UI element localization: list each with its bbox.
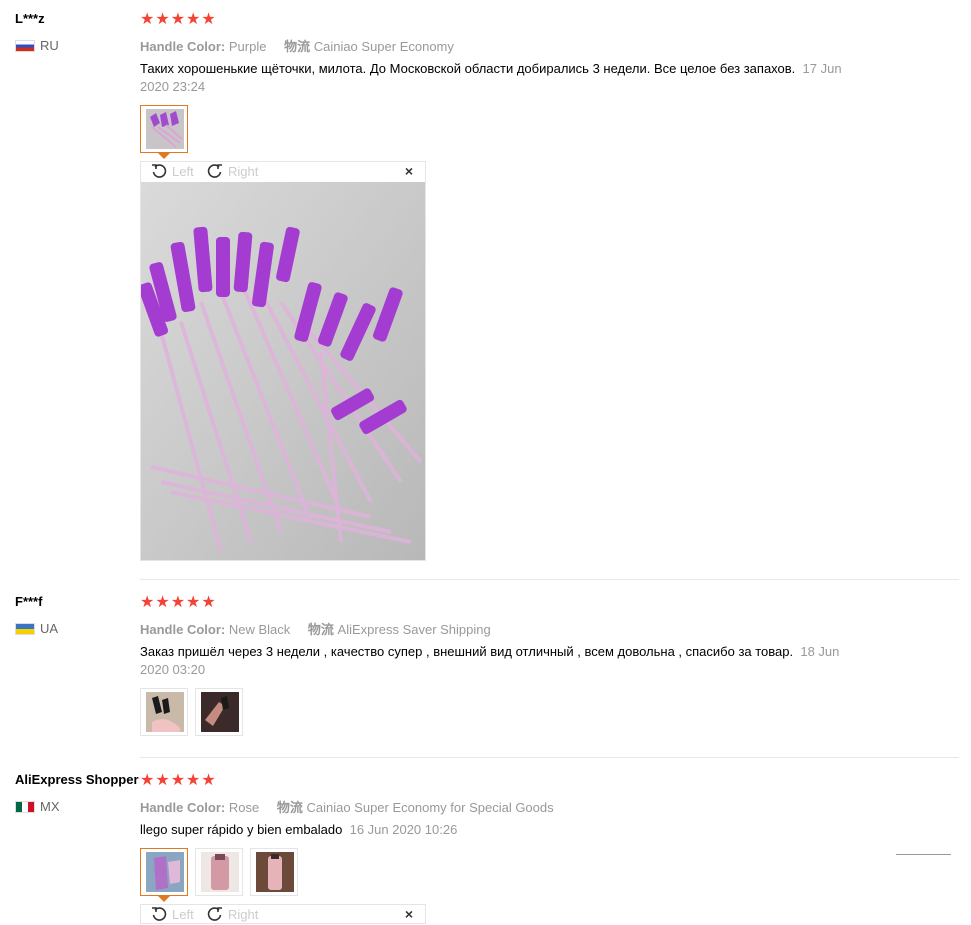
flag-ru-icon (15, 39, 35, 52)
rotate-left-icon (152, 164, 167, 178)
shipping-label: 物流 (307, 622, 334, 637)
review-photo-large (141, 182, 425, 560)
review-divider (140, 757, 959, 758)
review-text: llego super rápido y bien embalado 16 Ju… (140, 821, 860, 839)
country-code: RU (40, 38, 59, 53)
sku-label: Handle Color: (140, 39, 226, 54)
review-photo-thumb[interactable] (140, 688, 188, 736)
review-photo-thumb[interactable] (195, 688, 243, 736)
review-body: Таких хорошенькие щёточки, милота. До Мо… (140, 61, 796, 76)
reviewer-country: UA (15, 621, 58, 636)
reviewer-name: F***f (15, 594, 43, 609)
country-code: UA (40, 621, 59, 636)
viewer-toolbar: Left Right × (141, 905, 425, 925)
country-code: MX (40, 799, 60, 814)
star-icon: ★ (170, 594, 186, 611)
close-icon[interactable]: × (405, 906, 413, 922)
thumb-pointer (158, 153, 170, 159)
star-icon: ★ (155, 594, 170, 611)
rating-stars: ★ ★ ★ ★ ★ (140, 595, 216, 611)
rating-stars: ★ ★ ★ ★ ★ (140, 773, 216, 789)
star-icon: ★ (170, 11, 186, 28)
thumb-pointer (158, 896, 170, 902)
review-photo-thumb[interactable] (250, 848, 298, 896)
reviewer-country: RU (15, 38, 59, 53)
reviewer-name: L***z (15, 11, 45, 26)
review-divider (140, 579, 959, 580)
photo-viewer: Left Right × (140, 161, 426, 561)
rating-stars: ★ ★ ★ ★ ★ (140, 12, 216, 28)
flag-mx-icon (15, 800, 35, 813)
star-icon: ★ (140, 772, 155, 789)
rotate-right-button[interactable]: Right (207, 906, 258, 922)
rotate-right-icon (207, 907, 222, 921)
photo-viewer: Left Right × (140, 904, 426, 924)
star-icon: ★ (201, 594, 216, 611)
rotate-right-label: Right (228, 163, 259, 179)
star-icon: ★ (155, 772, 170, 789)
rotate-left-button[interactable]: Left (151, 906, 194, 922)
sku-value: Purple (228, 39, 267, 54)
side-marker (896, 854, 951, 855)
review-photo-thumb[interactable] (195, 848, 243, 896)
sku-info: Handle Color: Rose 物流 Cainiao Super Econ… (140, 797, 554, 816)
review-body: Заказ пришёл через 3 недели , качество с… (140, 644, 794, 659)
close-icon[interactable]: × (405, 163, 413, 179)
review-text: Таких хорошенькие щёточки, милота. До Мо… (140, 60, 860, 96)
review-text: Заказ пришёл через 3 недели , качество с… (140, 643, 860, 679)
shipping-value: Cainiao Super Economy for Special Goods (306, 800, 554, 815)
rotate-right-button[interactable]: Right (207, 163, 258, 179)
review-date: 16 Jun 2020 10:26 (349, 822, 458, 837)
reviewer-name: AliExpress Shopper (15, 772, 139, 787)
star-icon: ★ (186, 11, 201, 28)
shipping-label: 物流 (276, 800, 303, 815)
sku-value: New Black (228, 622, 291, 637)
sku-value: Rose (228, 800, 260, 815)
star-icon: ★ (155, 11, 170, 28)
star-icon: ★ (170, 772, 186, 789)
shipping-value: AliExpress Saver Shipping (337, 622, 491, 637)
rotate-left-icon (152, 907, 167, 921)
rotate-right-label: Right (228, 906, 259, 922)
shipping-label: 物流 (284, 39, 311, 54)
review-body: llego super rápido y bien embalado (140, 822, 343, 837)
reviewer-country: MX (15, 799, 60, 814)
star-icon: ★ (186, 594, 201, 611)
sku-label: Handle Color: (140, 622, 226, 637)
rotate-left-label: Left (172, 906, 194, 922)
rotate-left-label: Left (172, 163, 194, 179)
star-icon: ★ (140, 11, 155, 28)
star-icon: ★ (186, 772, 201, 789)
sku-label: Handle Color: (140, 800, 226, 815)
shipping-value: Cainiao Super Economy (313, 39, 454, 54)
viewer-toolbar: Left Right × (141, 162, 425, 182)
rotate-right-icon (207, 164, 222, 178)
sku-info: Handle Color: Purple 物流 Cainiao Super Ec… (140, 36, 454, 55)
star-icon: ★ (201, 772, 216, 789)
rotate-left-button[interactable]: Left (151, 163, 194, 179)
star-icon: ★ (201, 11, 216, 28)
sku-info: Handle Color: New Black 物流 AliExpress Sa… (140, 619, 491, 638)
review-photo-thumb[interactable] (140, 105, 188, 153)
review-photo-thumb[interactable] (140, 848, 188, 896)
star-icon: ★ (140, 594, 155, 611)
flag-ua-icon (15, 622, 35, 635)
